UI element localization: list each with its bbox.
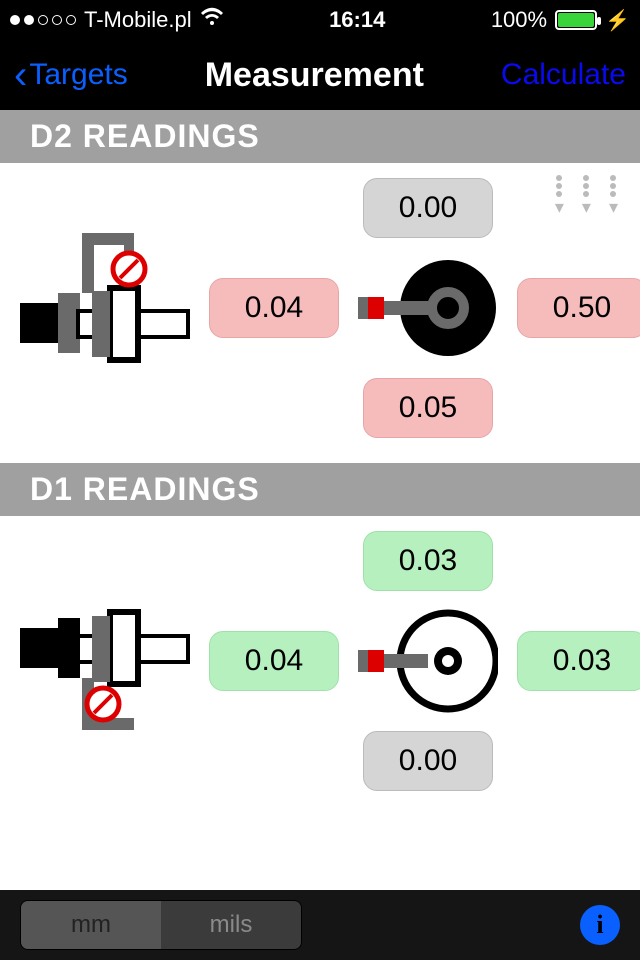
clock-label: 16:14 xyxy=(329,7,385,33)
unit-mils-button[interactable]: mils xyxy=(161,901,301,949)
signal-dots-icon xyxy=(10,15,76,25)
section-d1: 0.03 0.04 xyxy=(0,516,640,816)
section-d2: ▾ ▾ ▾ 0.00 xyxy=(0,163,640,463)
status-bar: T-Mobile.pl 16:14 100% ⚡ xyxy=(0,0,640,40)
gauge-bottom-machine-icon xyxy=(20,586,190,736)
unit-segmented-control[interactable]: mm mils xyxy=(20,900,302,950)
d2-right-reading[interactable]: 0.50 xyxy=(517,278,640,338)
footer-bar: mm mils i xyxy=(0,890,640,960)
d1-right-reading[interactable]: 0.03 xyxy=(517,631,640,691)
clock-white-icon xyxy=(358,606,498,716)
nav-bar: ‹ Targets Measurement Calculate xyxy=(0,40,640,110)
back-button[interactable]: ‹ Targets xyxy=(14,55,128,95)
d1-top-reading[interactable]: 0.03 xyxy=(363,531,493,591)
charging-icon: ⚡ xyxy=(605,8,630,33)
column-options-button[interactable]: ▾ ▾ ▾ xyxy=(555,175,618,218)
calculate-button[interactable]: Calculate xyxy=(501,58,626,92)
chevron-left-icon: ‹ xyxy=(14,55,27,95)
section-header-d1: D1 READINGS xyxy=(0,463,640,516)
unit-mm-button[interactable]: mm xyxy=(21,901,161,949)
info-button[interactable]: i xyxy=(580,905,620,945)
carrier-label: T-Mobile.pl xyxy=(84,7,192,33)
d2-left-reading[interactable]: 0.04 xyxy=(209,278,339,338)
back-label: Targets xyxy=(29,58,127,92)
gauge-top-machine-icon xyxy=(20,233,190,383)
page-title: Measurement xyxy=(205,56,424,95)
d1-left-reading[interactable]: 0.04 xyxy=(209,631,339,691)
d1-bottom-reading[interactable]: 0.00 xyxy=(363,731,493,791)
wifi-icon xyxy=(200,7,224,33)
section-header-d2: D2 READINGS xyxy=(0,110,640,163)
battery-pct-label: 100% xyxy=(491,7,547,33)
d2-bottom-reading[interactable]: 0.05 xyxy=(363,378,493,438)
d2-top-reading[interactable]: 0.00 xyxy=(363,178,493,238)
clock-black-icon xyxy=(358,253,498,363)
battery-icon xyxy=(555,10,597,30)
